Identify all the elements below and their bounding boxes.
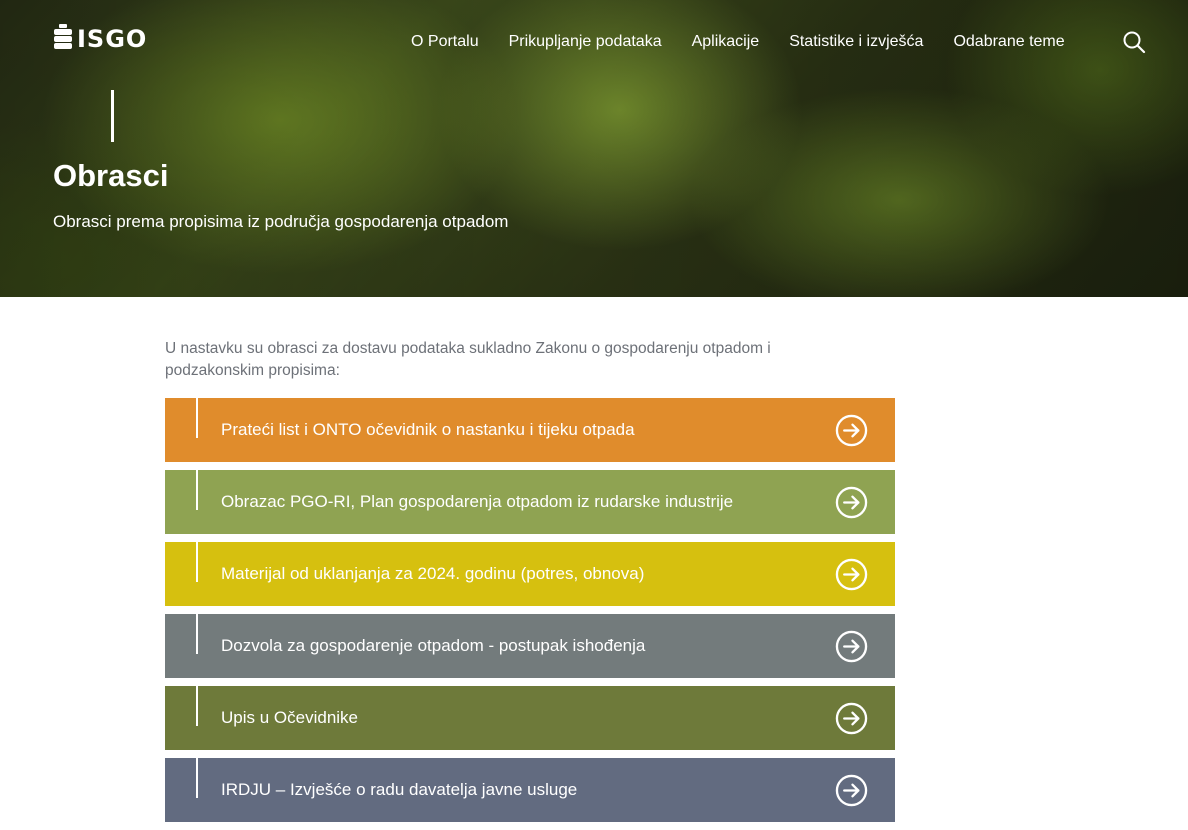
page-subtitle: Obrasci prema propisima iz područja gosp… (53, 212, 509, 231)
form-item-label: IRDJU – Izvješće o radu davatelja javne … (221, 780, 578, 799)
nav-odabrane-teme[interactable]: Odabrane teme (953, 32, 1064, 52)
item-accent-bar (196, 542, 198, 582)
form-item-label: Obrazac PGO-RI, Plan gospodarenja otpado… (221, 492, 734, 511)
form-item[interactable]: Dozvola za gospodarenje otpadom - postup… (165, 614, 895, 678)
page-title: Obrasci (53, 158, 169, 193)
form-item-label: Prateći list i ONTO očevidnik o nastanku… (221, 420, 635, 439)
form-item-label: Upis u Očevidnike (221, 708, 359, 727)
search-icon[interactable] (1122, 30, 1146, 54)
item-accent-bar (196, 470, 198, 510)
nav-statistike-izvjesca[interactable]: Statistike i izvješća (789, 32, 923, 52)
item-accent-bar (196, 758, 198, 798)
intro-text: U nastavku su obrasci za dostavu podatak… (165, 340, 771, 379)
nav-o-portalu[interactable]: O Portalu (411, 32, 479, 52)
arrow-right-circle-icon[interactable] (835, 414, 868, 447)
arrow-right-circle-icon[interactable] (835, 486, 868, 519)
form-item[interactable]: Upis u Očevidnike (165, 686, 895, 750)
logo[interactable]: ISGO (53, 24, 147, 54)
item-accent-bar (196, 398, 198, 438)
item-accent-bar (196, 614, 198, 654)
hero-accent-line (111, 90, 114, 142)
arrow-right-circle-icon[interactable] (835, 702, 868, 735)
main-nav: O Portalu Prikupljanje podataka Aplikaci… (411, 32, 1065, 52)
nav-prikupljanje-podataka[interactable]: Prikupljanje podataka (509, 32, 662, 52)
form-item-label: Materijal od uklanjanja za 2024. godinu … (221, 564, 645, 583)
nav-aplikacije[interactable]: Aplikacije (692, 32, 760, 52)
form-item[interactable]: Obrazac PGO-RI, Plan gospodarenja otpado… (165, 470, 895, 534)
forms-list: Prateći list i ONTO očevidnik o nastanku… (165, 398, 895, 830)
logo-text: ISGO (77, 25, 148, 53)
barrel-logo-icon (54, 24, 72, 49)
form-item[interactable]: Materijal od uklanjanja za 2024. godinu … (165, 542, 895, 606)
form-item-label: Dozvola za gospodarenje otpadom - postup… (221, 636, 646, 655)
form-item[interactable]: Prateći list i ONTO očevidnik o nastanku… (165, 398, 895, 462)
item-accent-bar (196, 686, 198, 726)
arrow-right-circle-icon[interactable] (835, 630, 868, 663)
form-item[interactable]: IRDJU – Izvješće o radu davatelja javne … (165, 758, 895, 822)
arrow-right-circle-icon[interactable] (835, 774, 868, 807)
arrow-right-circle-icon[interactable] (835, 558, 868, 591)
